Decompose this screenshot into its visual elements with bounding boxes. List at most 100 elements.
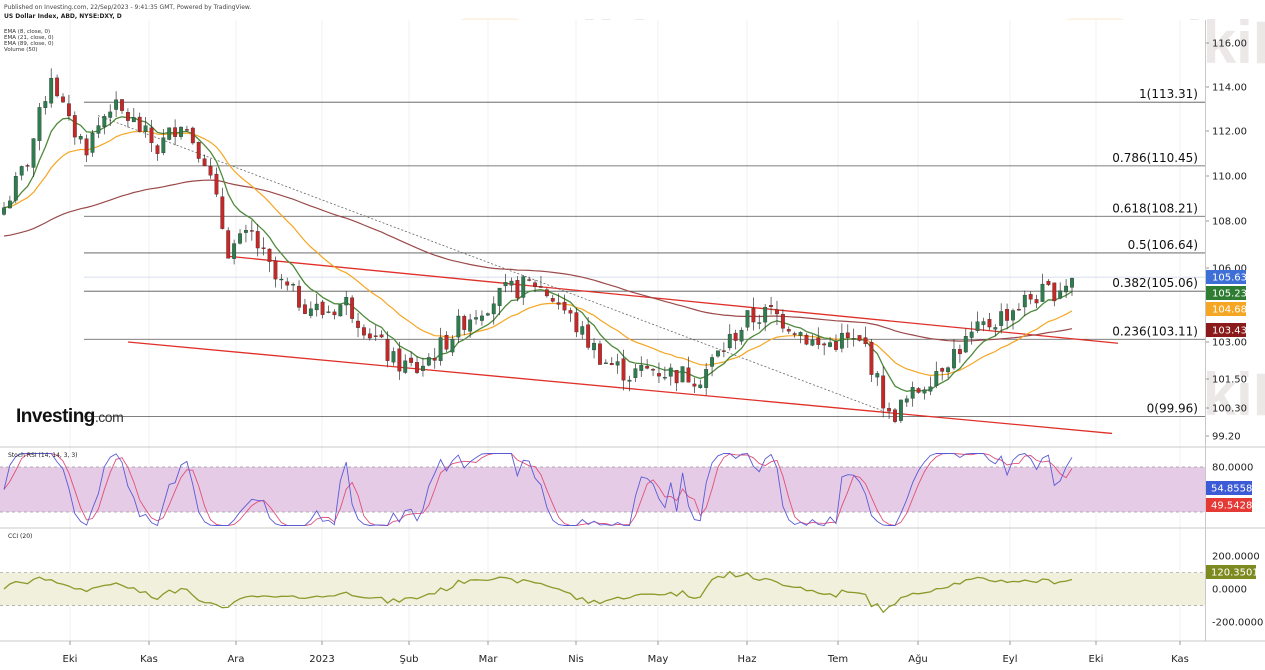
candle-down — [692, 383, 697, 387]
candle-down — [55, 77, 60, 97]
price-tag-label: 105.63 — [1212, 273, 1247, 284]
candle-down — [149, 127, 154, 144]
candle-up — [580, 326, 585, 335]
candle-up — [963, 336, 968, 353]
time-tick-label: Tem — [827, 654, 848, 665]
fib-level-label: 0.5(106.64) — [1128, 238, 1198, 252]
candle-down — [261, 247, 266, 249]
time-tick-label: Eyl — [1002, 654, 1017, 665]
candle-down — [657, 373, 661, 377]
candle-up — [757, 322, 762, 324]
candle-down — [845, 332, 850, 339]
candle-down — [84, 138, 89, 156]
candle-down — [320, 301, 325, 315]
candle-up — [1058, 290, 1063, 299]
cci-panel: 200.0000 0.0000 -200.0000 120.3501 — [0, 552, 1263, 628]
candle-down — [432, 358, 437, 361]
symbol-title: US Dollar Index, ABD, NYSE:DXY, D — [4, 13, 122, 20]
candle-up — [456, 315, 461, 338]
candle-down — [173, 127, 178, 137]
logo-suffix: .com — [94, 409, 124, 425]
candle-up — [1011, 310, 1015, 321]
candle-down — [568, 310, 573, 314]
price-axis: 116.00114.00112.00110.00108.00106.00103.… — [1205, 39, 1247, 443]
price-tick-label: 114.00 — [1212, 83, 1247, 94]
candle-up — [1064, 285, 1069, 293]
candle-up — [898, 399, 903, 421]
candle-up — [763, 307, 768, 323]
price-tick-label: 110.00 — [1212, 172, 1247, 183]
candle-up — [668, 367, 673, 377]
candle-up — [828, 342, 832, 347]
candle-up — [922, 389, 927, 394]
candle-down — [72, 115, 77, 138]
candle-up — [603, 362, 608, 364]
candle-up — [391, 351, 396, 363]
price-chart[interactable]: 1(113.31) 0.786(110.45) 0.618(108.21) 0.5(1… — [0, 0, 1265, 670]
cci-tick-label: 200.0000 — [1212, 552, 1260, 563]
time-tick-label: Eki — [63, 654, 78, 665]
candle-up — [904, 398, 909, 403]
candle-up — [1070, 277, 1074, 288]
fib-level-label: 0(99.96) — [1147, 402, 1198, 416]
candle-up — [1022, 294, 1027, 308]
price-tick-label: 112.00 — [1212, 127, 1247, 138]
indicator-volume: Volume (50) — [4, 47, 38, 53]
candle-down — [527, 279, 532, 281]
time-tick-label: Haz — [738, 654, 757, 665]
candle-up — [662, 377, 667, 379]
fib-level-label: 0.236(103.11) — [1112, 324, 1198, 338]
candle-down — [190, 127, 195, 144]
candle-up — [704, 369, 709, 388]
candle-up — [179, 126, 183, 137]
candle-down — [751, 308, 756, 323]
candle-up — [934, 371, 939, 386]
time-tick-label: Şub — [399, 654, 418, 665]
candle-up — [438, 337, 443, 361]
candle-up — [480, 315, 484, 321]
candle-up — [952, 349, 956, 369]
candle-down — [415, 362, 419, 373]
candle-down — [792, 333, 797, 335]
stoch-rsi-tag-label: 49.5428 — [1211, 501, 1252, 512]
candle-up — [798, 332, 803, 336]
time-tick-label: 2023 — [309, 654, 334, 665]
candle-down — [804, 334, 809, 345]
stoch-rsi-tag-label: 54.8558 — [1211, 484, 1252, 495]
candle-down — [249, 230, 254, 232]
candle-down — [385, 339, 390, 361]
candle-up — [37, 107, 42, 141]
candle-up — [810, 339, 815, 346]
candle-down — [297, 285, 301, 308]
candle-down — [881, 375, 886, 409]
candle-up — [592, 342, 596, 351]
candle-up — [314, 303, 319, 311]
candle-down — [609, 363, 614, 366]
candle-up — [698, 384, 703, 388]
candle-down — [574, 312, 579, 333]
candle-down — [550, 298, 555, 302]
candle-up — [114, 99, 119, 110]
price-tag-label: 104.68 — [1212, 305, 1247, 316]
candle-down — [916, 388, 921, 393]
candle-up — [338, 304, 343, 317]
candle-up — [426, 357, 431, 366]
candle-down — [196, 142, 201, 159]
candle-down — [562, 301, 567, 311]
candle-down — [887, 408, 891, 412]
price-tag-label: 103.43 — [1212, 326, 1247, 337]
candle-up — [13, 176, 18, 201]
candle-down — [255, 231, 260, 249]
time-axis: Eki Kas Ara 2023 Şub Mar Nis May Haz Tem Ağu Eyl Eki… — [63, 641, 1189, 665]
candle-down — [775, 309, 779, 315]
candle-up — [975, 321, 980, 331]
candle-down — [126, 112, 130, 121]
candle-down — [285, 281, 290, 286]
candle-up — [710, 357, 714, 367]
candle-down — [208, 166, 213, 176]
candle-up — [633, 368, 638, 378]
stoch-rsi-band — [0, 467, 1205, 512]
candle-down — [25, 165, 30, 167]
candle-down — [137, 116, 142, 132]
candle-down — [202, 158, 207, 167]
